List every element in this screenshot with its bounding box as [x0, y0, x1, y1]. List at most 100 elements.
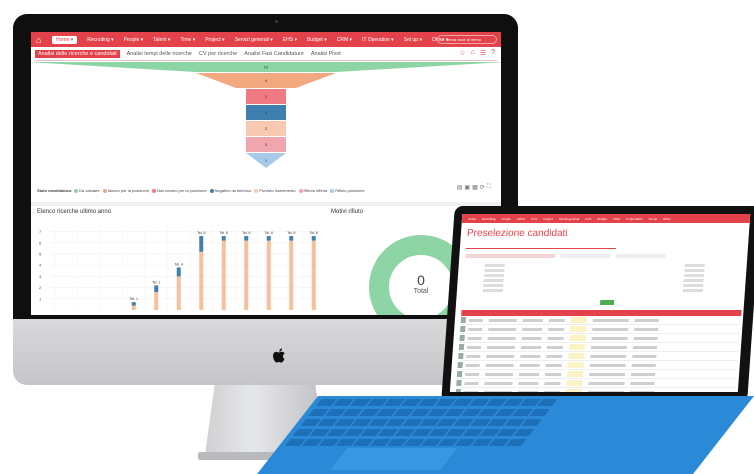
legend-item[interactable]: Previsto inserimento [254, 188, 296, 193]
tab-3[interactable]: CV per ricerche [199, 51, 237, 57]
nav-item-it-operation[interactable]: IT Operation ▾ [362, 37, 394, 43]
keyboard-key[interactable] [529, 409, 550, 416]
tablet-search-button[interactable] [599, 300, 615, 305]
table-row[interactable] [458, 343, 740, 352]
menu-search-placeholder: cerca voce di menu [446, 37, 481, 42]
menu-search-input[interactable]: ⌕ cerca voce di menu [437, 35, 497, 44]
legend-item[interactable]: Rifiuta offerta [298, 188, 327, 193]
star-icon[interactable]: ☆ [459, 49, 465, 57]
fullscreen-icon[interactable]: ⛶ [487, 184, 491, 191]
key-row [300, 419, 736, 426]
avatar [457, 362, 463, 368]
home-icon[interactable]: ⌂ [36, 35, 46, 45]
nav-item-ehs[interactable]: EHS ▾ [283, 37, 297, 43]
home-outline-icon[interactable]: ⌂ [471, 49, 475, 57]
tablet-nav-item[interactable]: People [501, 217, 511, 221]
table-cell [468, 327, 483, 331]
bar-data-label: Tel. 6 [265, 231, 273, 235]
help-icon[interactable]: ? [491, 49, 495, 57]
tab-1[interactable]: Analisi delle ricerche e candidati [35, 50, 120, 58]
bar-segment [311, 236, 316, 241]
nav-item-crm[interactable]: CRM ▾ [337, 37, 352, 43]
bar-segment [289, 240, 294, 310]
table-row[interactable] [459, 325, 741, 334]
table-cell [588, 381, 625, 385]
tab-4[interactable]: Analisi Fasi Candidature [244, 51, 304, 57]
nav-item-servizi-generali[interactable]: Servizi generali ▾ [235, 37, 273, 43]
legend-item[interactable]: Idoneo per la posizione [102, 188, 149, 193]
legend-item[interactable]: Negativo da telefono [209, 188, 251, 193]
table-row[interactable] [456, 379, 737, 388]
nav-item-time[interactable]: Time ▾ [180, 37, 195, 43]
bar-segment [176, 267, 181, 277]
tab-5[interactable]: Analisi Pivot [311, 51, 341, 57]
tablet-nav-item[interactable]: CRM [613, 217, 620, 221]
tablet-nav-item[interactable]: EHS [585, 217, 591, 221]
table-row[interactable] [458, 352, 739, 361]
nav-item-talent[interactable]: Talent ▾ [153, 37, 170, 43]
bar-segment [311, 240, 316, 310]
table-cell [590, 345, 628, 349]
legend-item[interactable]: Rifiuto posizione [330, 188, 365, 193]
legend-item[interactable]: Non idoneo per la posizione [151, 188, 207, 193]
table-cell [519, 372, 540, 376]
table-row[interactable] [456, 370, 738, 379]
y-tick-label: 1 [39, 296, 42, 301]
nav-item-project[interactable]: Project ▾ [205, 37, 224, 43]
tablet-nav-item[interactable]: Home [468, 217, 476, 221]
image-icon[interactable]: ▦ [472, 184, 478, 191]
file-icon[interactable]: ▤ [457, 184, 463, 191]
table-cell [630, 381, 655, 385]
tablet-nav-item[interactable]: Servizi generali [559, 217, 580, 221]
nav-items: Home ▾ Recruiting ▾ People ▾ Talent ▾ Time ▾… [52, 35, 458, 44]
refresh-icon[interactable]: ⟳ [480, 184, 485, 191]
nav-item-people[interactable]: People ▾ [124, 37, 143, 43]
tablet-nav-item[interactable]: Other [663, 217, 671, 221]
nav-item-recruiting[interactable]: Recruiting ▾ [87, 37, 113, 43]
table-cell [631, 363, 656, 367]
table-row[interactable] [455, 388, 737, 392]
touchpad[interactable] [330, 448, 458, 470]
camera [275, 20, 278, 23]
tablet-nav-item[interactable]: Set up [648, 217, 657, 221]
legend-label: Non idoneo per la posizione [156, 188, 207, 193]
funnel-stage-value: 10 [264, 65, 269, 70]
tablet-nav-item[interactable]: Budget [597, 217, 607, 221]
legend-item[interactable]: Da valutare [74, 188, 100, 193]
keyboard-key[interactable] [513, 429, 535, 436]
table-cell [548, 327, 565, 331]
funnel-chart: 10423231 [31, 62, 501, 168]
bar-segment [154, 285, 159, 293]
nav-item-set-up[interactable]: Set up ▾ [404, 37, 422, 43]
table-cell [519, 363, 540, 367]
legend-dot [254, 188, 259, 193]
tablet-nav-item[interactable]: Recruiting [482, 217, 496, 221]
nav-item-home[interactable]: Home ▾ [52, 35, 78, 44]
export-icons: ▤ ▣ ▦ ⟳ ⛶ [457, 184, 491, 191]
table-row[interactable] [459, 334, 740, 343]
filter-tab[interactable] [560, 254, 611, 258]
table-row[interactable] [457, 361, 739, 370]
table-cell [488, 318, 517, 322]
list-icon[interactable]: ☰ [480, 49, 486, 57]
table-cell [634, 318, 659, 322]
bar-data-label: Tel. 6 [197, 231, 205, 235]
key-row [292, 429, 728, 436]
keyboard-key[interactable] [505, 439, 527, 446]
tab-2[interactable]: Analisi tempi delle ricerche [127, 51, 192, 57]
table-cell [520, 345, 542, 349]
table-cell [634, 327, 659, 331]
nav-item-budget[interactable]: Budget ▾ [307, 37, 327, 43]
tablet-nav-item[interactable]: IT Operation [626, 217, 643, 221]
table-row[interactable] [460, 316, 742, 325]
filter-tab[interactable] [615, 254, 666, 258]
keyboard-key[interactable] [537, 399, 558, 406]
keyboard-key[interactable] [521, 419, 543, 426]
table-cell [545, 363, 562, 367]
filter-tab[interactable] [465, 254, 556, 258]
donut-panel-title: Motivi rifiuto [331, 209, 364, 215]
tablet-nav-item[interactable]: Time [531, 217, 538, 221]
tablet-nav-item[interactable]: Talent [517, 217, 525, 221]
pdf-icon[interactable]: ▣ [464, 184, 470, 191]
tablet-nav-item[interactable]: Project [543, 217, 553, 221]
